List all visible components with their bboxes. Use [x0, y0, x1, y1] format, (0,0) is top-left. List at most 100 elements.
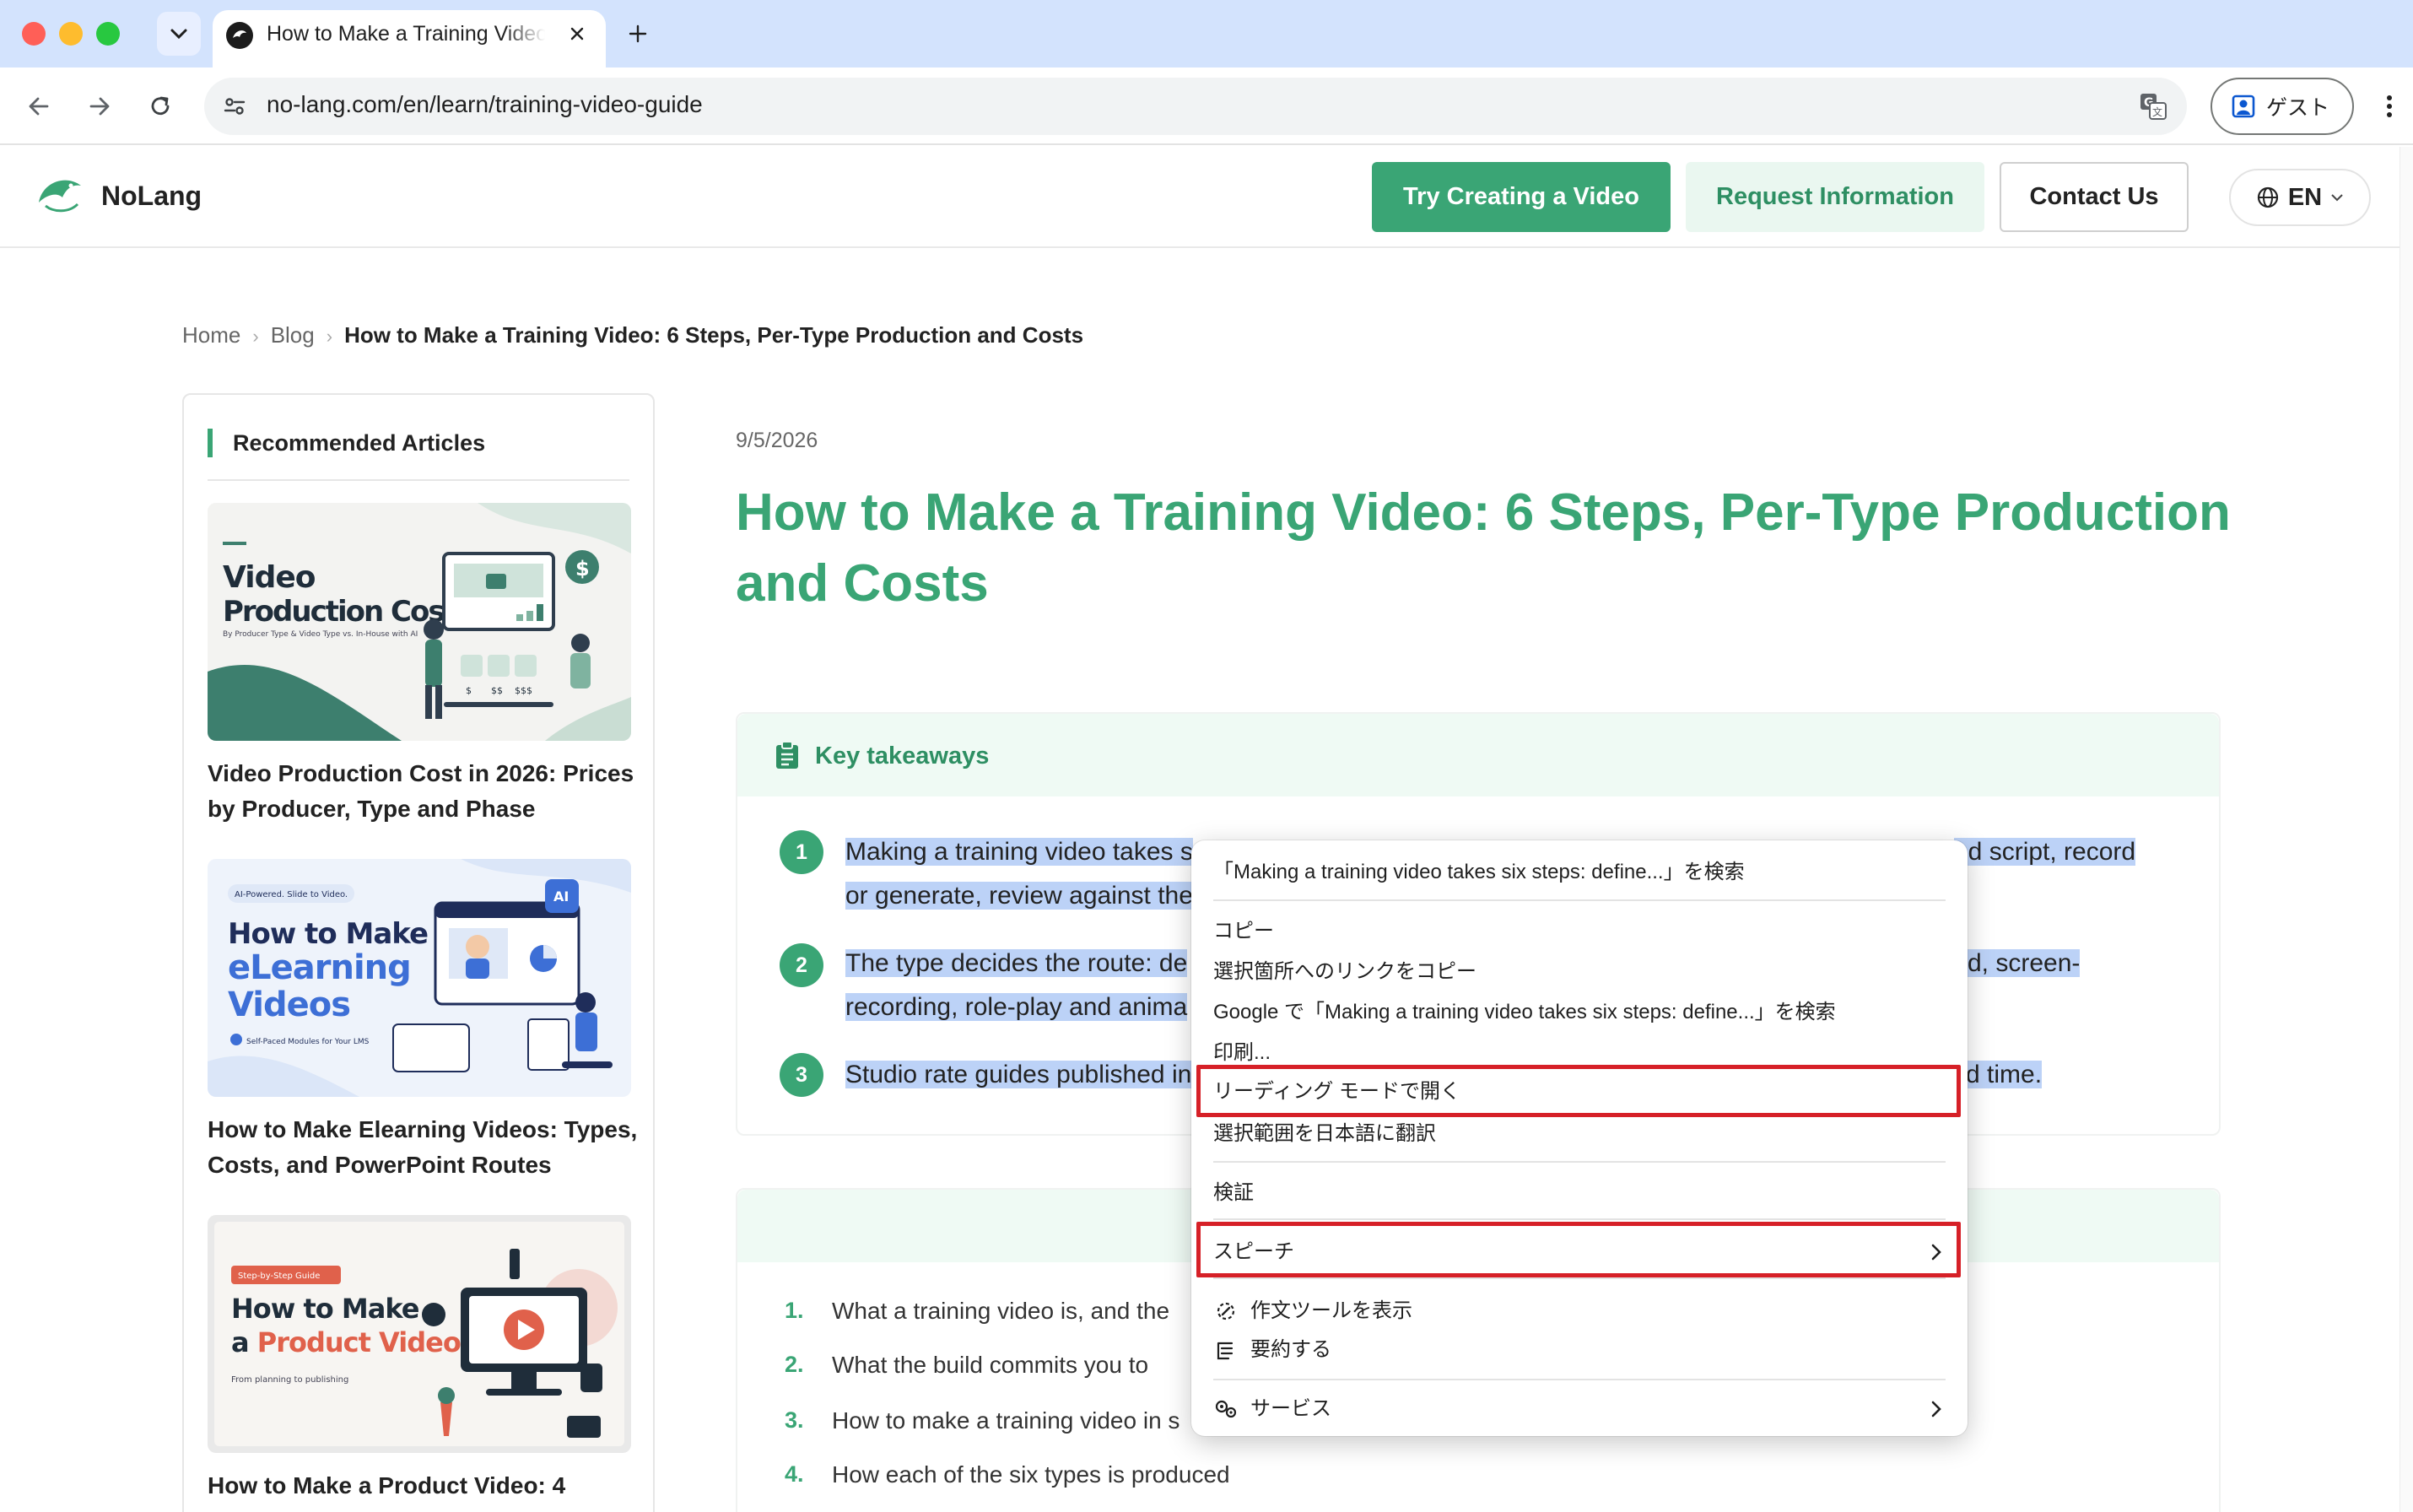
contact-us-button[interactable]: Contact Us: [2000, 162, 2189, 232]
profile-icon: [2232, 94, 2255, 118]
menu-item-google-search[interactable]: Google で「Making a training video takes s…: [1213, 997, 1836, 1028]
price-tier-1: $: [466, 685, 472, 696]
takeaway-text[interactable]: d, screen-: [1968, 942, 2081, 986]
url-text[interactable]: no-lang.com/en/learn/training-video-guid…: [267, 91, 703, 118]
breadcrumb-separator: ›: [252, 326, 259, 347]
breadcrumb-home[interactable]: Home: [182, 322, 240, 348]
chevron-down-icon: [2331, 194, 2343, 202]
profile-label: ゲスト: [2266, 96, 2330, 120]
ai-badge: AI: [553, 888, 569, 904]
toc-number: 2.: [785, 1352, 804, 1377]
toc-item[interactable]: 4. How each of the six types is produced: [785, 1461, 1230, 1488]
menu-item-translate[interactable]: 選択範囲を日本語に翻訳: [1213, 1119, 1436, 1149]
recommended-articles-heading: Recommended Articles: [208, 429, 485, 457]
window-zoom-button[interactable]: [96, 22, 120, 46]
article-title-line: by Producer, Type and Phase: [208, 796, 536, 822]
back-icon: [29, 97, 49, 116]
page-title-line: and Costs: [736, 554, 989, 613]
toc-item[interactable]: 3. How to make a training video in s: [785, 1407, 1180, 1434]
thumb-subtitle: Self-Paced Modules for Your LMS: [246, 1038, 370, 1046]
more-menu-button[interactable]: [2374, 88, 2405, 125]
breadcrumb-blog[interactable]: Blog: [271, 322, 315, 348]
menu-separator: [1213, 1277, 1946, 1279]
thumb-title-line3: Videos: [228, 986, 350, 1024]
thumb-title-line2: a Product Video: [231, 1326, 461, 1358]
forward-button[interactable]: [81, 88, 118, 125]
takeaway-text[interactable]: Making a training video takes s: [845, 830, 1193, 874]
logo-icon[interactable]: [34, 169, 88, 223]
language-selector[interactable]: EN: [2229, 169, 2371, 226]
menu-item-summarize[interactable]: 要約する: [1250, 1335, 1331, 1365]
forward-icon: [89, 97, 110, 116]
toc-item[interactable]: 1. What a training video is, and the: [785, 1298, 1169, 1324]
tab-title: How to Make a Training Video: 6 Steps, P…: [267, 22, 545, 46]
price-tier-2: $$: [491, 685, 503, 696]
chevron-down-icon: [170, 29, 187, 40]
takeaway-text[interactable]: Studio rate guides published in: [845, 1053, 1192, 1097]
takeaway-text[interactable]: or generate, review against the: [845, 874, 1193, 918]
menu-item-copy-link[interactable]: 選択箇所へのリンクをコピー: [1213, 957, 1476, 987]
services-icon: [1213, 1394, 1239, 1424]
divider: [208, 479, 629, 481]
breadcrumb-current: How to Make a Training Video: 6 Steps, P…: [344, 322, 1084, 348]
menu-item-copy[interactable]: コピー: [1213, 916, 1274, 947]
thumb-subtitle: From planning to publishing: [231, 1375, 348, 1385]
breadcrumb-separator: ›: [326, 326, 333, 347]
thumb-title-line1: How to Make: [228, 917, 428, 951]
menu-item-services[interactable]: サービス: [1250, 1394, 1331, 1424]
toc-text: What a training video is, and the: [832, 1298, 1170, 1324]
menu-separator: [1213, 1379, 1946, 1380]
highlight-box-speech: [1196, 1222, 1961, 1277]
toc-number: 4.: [785, 1461, 804, 1487]
site-info-button[interactable]: [218, 89, 251, 123]
coin-icon: $: [575, 557, 590, 580]
profile-button[interactable]: ゲスト: [2211, 78, 2354, 135]
menu-separator: [1213, 1161, 1946, 1163]
thumb-title-line1: How to Make: [231, 1293, 419, 1325]
menu-separator: [1213, 899, 1946, 901]
takeaway-text[interactable]: nd script, record: [1954, 830, 2136, 874]
close-icon: [570, 27, 584, 40]
toc-number: 1.: [785, 1298, 804, 1323]
page-title: How to Make a Training Video: 6 Steps, P…: [736, 478, 2238, 619]
reload-button[interactable]: [142, 88, 179, 125]
tab-close-button[interactable]: [562, 19, 592, 49]
article-title-line: Costs, and PowerPoint Routes: [208, 1152, 552, 1178]
toc-item[interactable]: 2. What the build commits you to: [785, 1352, 1148, 1378]
tab-search-button[interactable]: [157, 12, 201, 56]
back-button[interactable]: [20, 88, 57, 125]
new-tab-button[interactable]: [623, 19, 653, 49]
page-title-line: How to Make a Training Video: 6 Steps, P…: [736, 483, 2231, 542]
breadcrumb: Home › Blog › How to Make a Training Vid…: [182, 322, 1083, 348]
menu-item-inspect[interactable]: 検証: [1213, 1178, 1254, 1208]
article-link-product-video[interactable]: How to Make a Product Video: 4 Types,: [208, 1468, 638, 1512]
takeaway-text[interactable]: The type decides the route: de: [845, 942, 1188, 986]
article-thumbnail-product-video[interactable]: Step-by-Step Guide How to Make a Product…: [208, 1215, 631, 1453]
menu-item-search-selection[interactable]: 「Making a training video takes six steps…: [1213, 857, 1745, 888]
key-takeaways-title: Key takeaways: [815, 742, 990, 770]
thumb-tag: Step-by-Step Guide: [238, 1272, 320, 1281]
menu-item-print[interactable]: 印刷...: [1213, 1038, 1271, 1068]
clipboard-icon: [775, 741, 800, 770]
menu-item-writing-tools[interactable]: 作文ツールを表示: [1250, 1296, 1412, 1326]
plus-icon: [629, 24, 647, 43]
window-close-button[interactable]: [22, 22, 46, 46]
page-scrollbar[interactable]: [2400, 147, 2413, 1512]
logo-text[interactable]: NoLang: [101, 181, 202, 212]
article-link-video-production-cost[interactable]: Video Production Cost in 2026: Prices by…: [208, 756, 638, 827]
try-creating-video-button[interactable]: Try Creating a Video: [1372, 162, 1671, 232]
price-tier-3: $$$: [515, 685, 532, 696]
article-link-elearning-videos[interactable]: How to Make Elearning Videos: Types, Cos…: [208, 1112, 638, 1183]
menu-separator: [1213, 1218, 1946, 1220]
translate-button[interactable]: G文: [2135, 88, 2172, 125]
takeaway-text[interactable]: recording, role-play and anima: [845, 986, 1188, 1029]
request-information-button[interactable]: Request Information: [1686, 162, 1984, 232]
thumb-title-line1: Video: [223, 560, 316, 595]
article-thumbnail-elearning-videos[interactable]: AI-Powered. Slide to Video. How to Make …: [208, 859, 631, 1097]
chevron-right-icon: [1924, 1394, 1949, 1424]
article-thumbnail-video-production-cost[interactable]: Video Production Cost By Producer Type &…: [208, 503, 631, 741]
takeaway-text[interactable]: d time.: [1966, 1053, 2043, 1097]
window-minimize-button[interactable]: [59, 22, 83, 46]
takeaway-number: 2: [780, 943, 823, 987]
svg-text:文: 文: [2152, 105, 2162, 118]
